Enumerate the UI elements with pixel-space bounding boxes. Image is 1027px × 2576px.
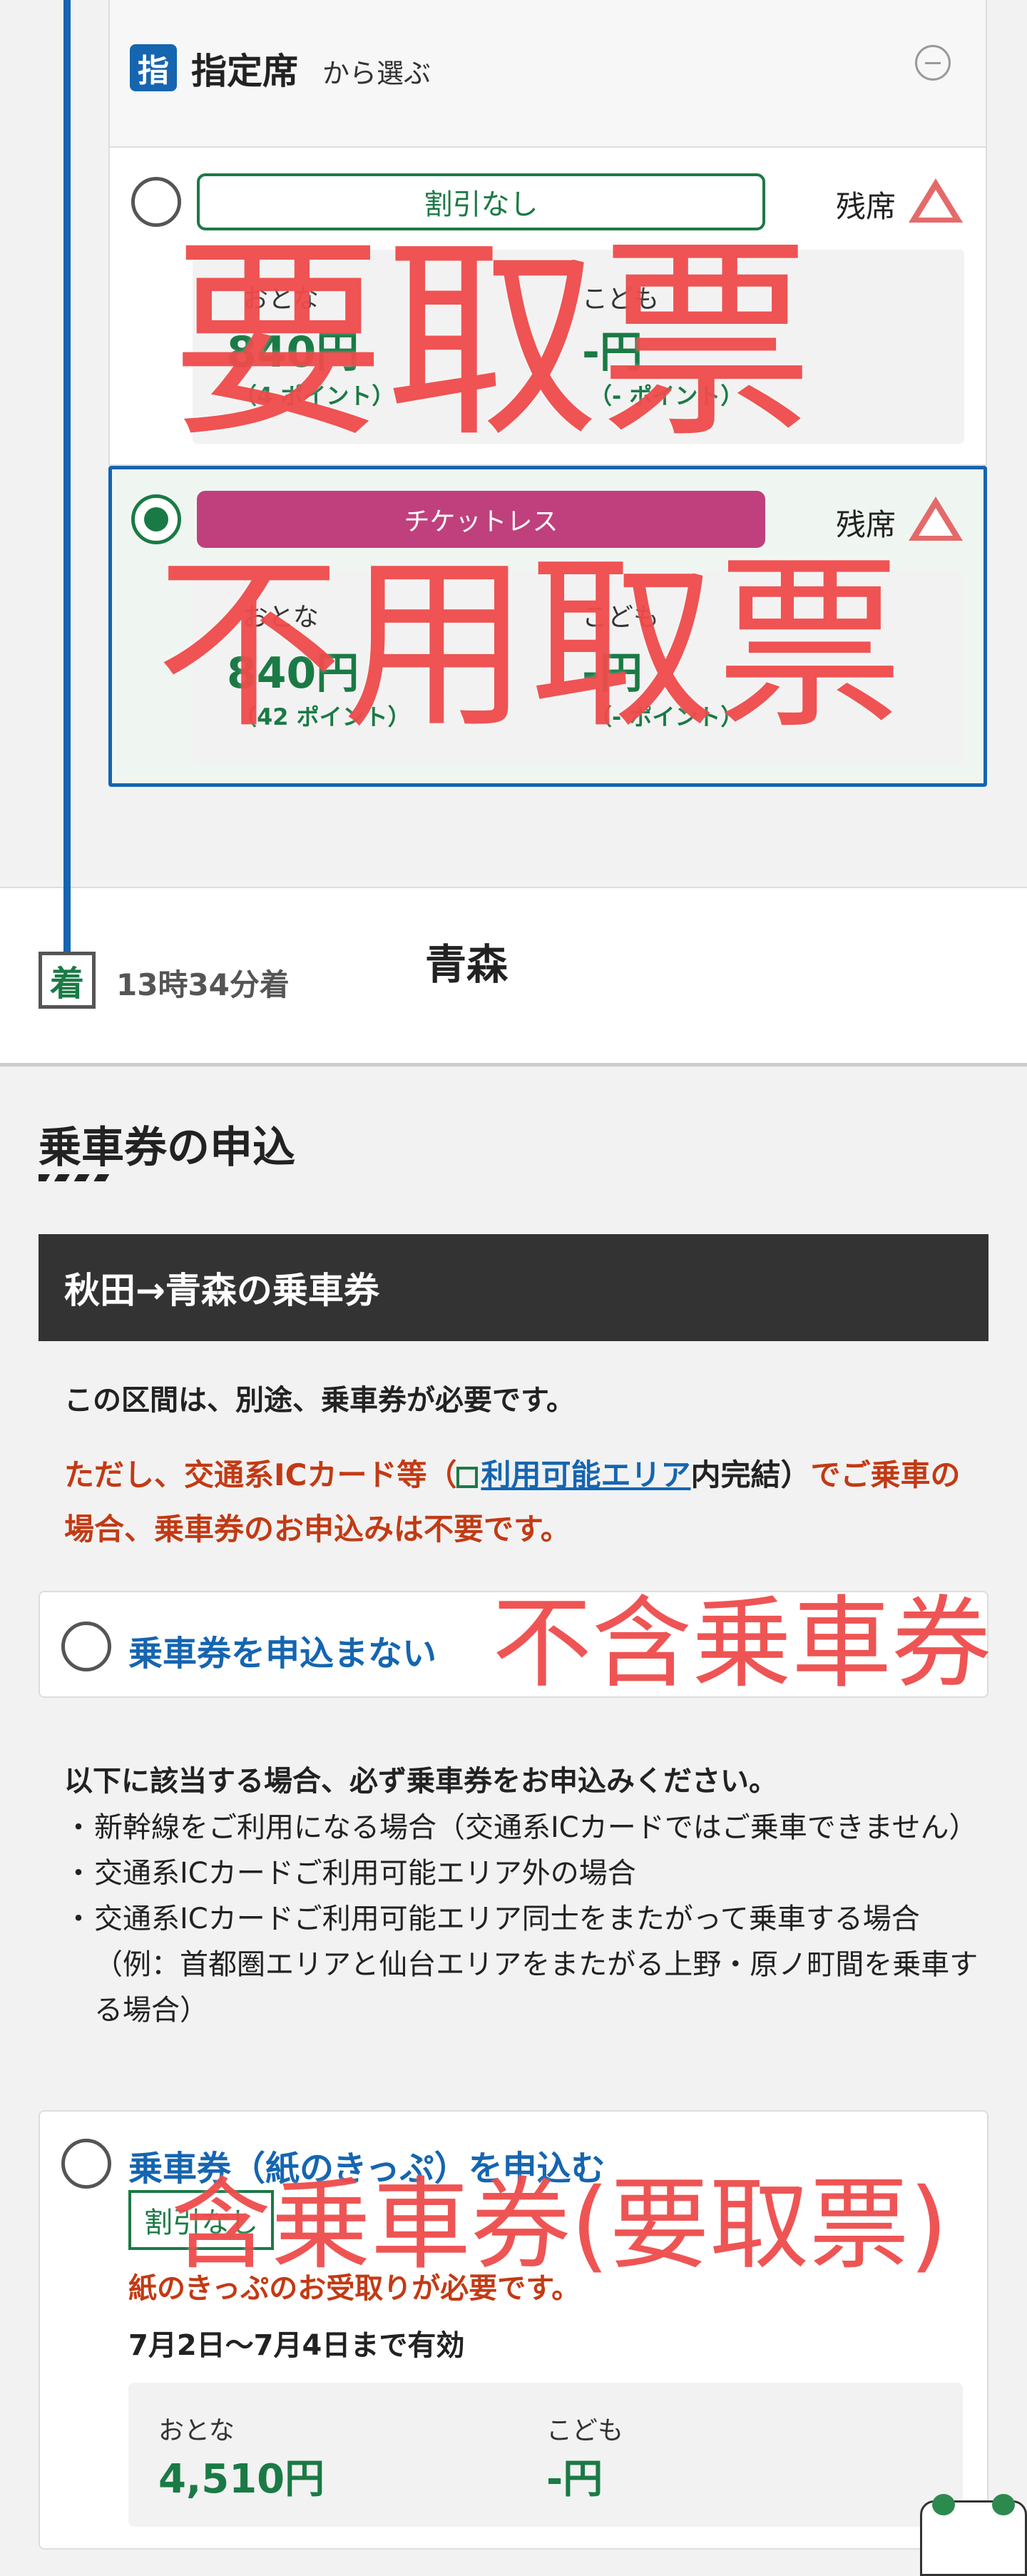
seat-panel-title-suffix: から選ぶ xyxy=(322,58,431,89)
condition-item: 交通系ICカードご利用可能エリア外の場合 xyxy=(64,1850,991,1896)
ticket-required-notice: この区間は、別途、乗車券が必要です。 xyxy=(64,1384,575,1417)
no-ticket-radio[interactable] xyxy=(61,1622,111,1671)
paper-adult-label: おとな xyxy=(158,2416,235,2445)
annotation-overlay-1: 要取票 xyxy=(171,218,813,467)
triangle-warning-icon xyxy=(909,178,963,223)
section-title: 乗車券の申込 xyxy=(39,1123,295,1173)
remaining-seat-label-1: 残席 xyxy=(836,189,896,224)
paper-child-price: -円 xyxy=(546,2456,603,2503)
route-ticket-header: 秋田→青森の乗車券 xyxy=(39,1234,988,1341)
condition-item: 交通系ICカードご利用可能エリア同士をまたがって乗車する場合（例：首都圏エリアと… xyxy=(64,1896,991,2033)
available-area-link[interactable]: 利用可能エリア xyxy=(481,1457,690,1492)
conditions-title: 以下に該当する場合、必ず乗車券をお申込みください。 xyxy=(64,1765,777,1798)
section-title-underline xyxy=(39,1174,110,1181)
no-ticket-label[interactable]: 乗車券を申込まない xyxy=(128,1625,436,1675)
ic-note-prefix: ただし、交通系ICカード等（ xyxy=(64,1457,457,1492)
triangle-warning-icon xyxy=(909,497,963,541)
reserved-seat-icon: 指 xyxy=(130,44,177,91)
route-line xyxy=(63,0,71,952)
arrival-time: 13時34分着 xyxy=(116,967,290,1002)
paper-child-label: こども xyxy=(546,2416,624,2445)
validity-period: 7月2日〜7月4日まで有効 xyxy=(128,2329,465,2362)
annotation-overlay-2: 不用取票 xyxy=(155,536,903,754)
annotation-overlay-4: 含乗車券(要取票) xyxy=(171,2167,949,2284)
collapse-icon[interactable] xyxy=(915,45,951,81)
seat-panel-title: 指定席 xyxy=(191,51,298,92)
arrival-icon: 着 xyxy=(39,952,96,1009)
arrival-station: 青森 xyxy=(425,940,509,989)
conditions-list: 新幹線をご利用になる場合（交通系ICカードではご乗車できません） 交通系ICカー… xyxy=(64,1805,991,2033)
paper-adult-price: 4,510円 xyxy=(158,2456,325,2503)
condition-item: 新幹線をご利用になる場合（交通系ICカードではご乗車できません） xyxy=(64,1805,991,1850)
paper-ticket-radio[interactable] xyxy=(61,2139,111,2189)
ic-card-note: ただし、交通系ICカード等（ 利用可能エリア内完結）でご乗車の場合、乗車券のお申込… xyxy=(64,1448,970,1557)
ic-note-mid: 内完結） xyxy=(690,1457,811,1492)
external-link-icon xyxy=(456,1467,479,1488)
mascot-icon[interactable] xyxy=(920,2494,1027,2576)
annotation-overlay-3: 不含乗車券 xyxy=(492,1586,992,1702)
route-line-end xyxy=(63,887,71,952)
